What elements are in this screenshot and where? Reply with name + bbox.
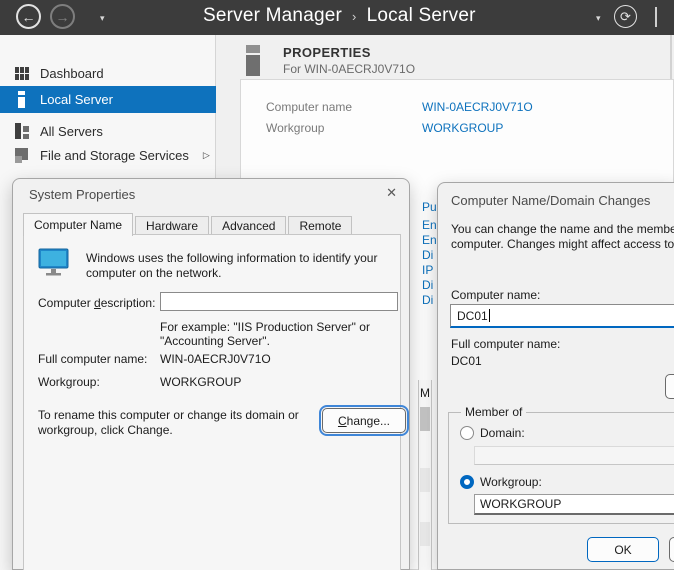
toolbar-dropdown-icon[interactable]: ▾ — [596, 13, 601, 24]
server-manager-window: ← → ▾ Server Manager › Local Server ▾ ⟳ … — [0, 0, 674, 570]
sidebar-item-local-server[interactable]: Local Server — [0, 86, 216, 113]
domain-radio[interactable] — [460, 426, 474, 440]
all-servers-icon — [14, 123, 30, 139]
member-of-group: Member of Domain: Workgroup: WORKGROUP — [448, 412, 674, 524]
dashboard-icon — [14, 65, 30, 81]
back-icon[interactable]: ← — [16, 4, 41, 29]
name-changes-dialog: Computer Name/Domain Changes You can cha… — [437, 182, 674, 570]
sidebar-item-all-servers[interactable]: All Servers — [0, 118, 216, 144]
button-label: hange... — [347, 414, 390, 428]
dialog-title: Computer Name/Domain Changes — [451, 193, 650, 208]
sidebar-item-label: Local Server — [40, 92, 113, 107]
tab-computer-name[interactable]: Computer Name — [23, 213, 133, 236]
tab-label: Remote — [299, 219, 341, 233]
sidebar-item-label: All Servers — [40, 124, 103, 139]
refresh-icon[interactable]: ⟳ — [614, 5, 637, 28]
member-of-label: Member of — [461, 405, 526, 419]
description-example-text: For example: "IIS Production Server" or … — [160, 320, 408, 348]
monitor-icon — [38, 248, 70, 282]
ok-button[interactable]: OK — [587, 537, 659, 562]
scrollbar-track-segment — [420, 522, 430, 546]
workgroup-input[interactable]: WORKGROUP — [474, 494, 674, 515]
tab-label: Hardware — [146, 219, 198, 233]
more-button-partial[interactable] — [665, 374, 674, 399]
workgroup-value: WORKGROUP — [160, 375, 241, 389]
tab-label: Advanced — [222, 219, 275, 233]
input-value: WORKGROUP — [480, 497, 561, 511]
property-value-link[interactable]: WORKGROUP — [422, 121, 503, 135]
tab-label: Computer Name — [34, 218, 122, 232]
tab-strip: Computer Name Hardware Advanced Remote — [23, 212, 354, 235]
full-computer-name-value: WIN-0AECRJ0V71O — [160, 352, 271, 366]
section-subtitle: For WIN-0AECRJ0V71O — [283, 62, 415, 76]
sidebar-item-file-storage-services[interactable]: File and Storage Services ▷ — [0, 142, 216, 168]
system-properties-dialog: System Properties ✕ Computer Name Hardwa… — [12, 178, 410, 570]
properties-server-icon — [246, 45, 260, 76]
input-value: DC01 — [457, 309, 488, 323]
tab-hardware[interactable]: Hardware — [135, 216, 209, 235]
dialog-body-line1: You can change the name and the membersh… — [451, 222, 674, 236]
refresh-glyph: ⟳ — [620, 9, 631, 25]
tab-remote[interactable]: Remote — [288, 216, 352, 235]
rename-instruction-text: To rename this computer or change its do… — [38, 408, 308, 438]
section-title: PROPERTIES — [283, 45, 371, 60]
sidebar-item-dashboard[interactable]: Dashboard — [0, 60, 216, 86]
scrollbar[interactable] — [418, 380, 432, 570]
dialog-body-line2: computer. Changes might affect access to… — [451, 237, 674, 251]
button-mnemonic: C — [338, 414, 347, 428]
workgroup-radio[interactable] — [460, 475, 474, 489]
cancel-button-partial[interactable] — [669, 537, 674, 562]
back-arrow-glyph: ← — [22, 9, 36, 25]
toolbar-separator — [655, 7, 657, 27]
change-button[interactable]: Change... — [322, 408, 406, 433]
breadcrumb-app-title[interactable]: Server Manager — [203, 5, 342, 27]
scrollbar-track-segment — [420, 468, 430, 492]
scrollbar-thumb[interactable] — [420, 407, 430, 431]
full-computer-name-value: DC01 — [451, 354, 482, 368]
breadcrumb-page-title: Local Server — [367, 5, 476, 27]
property-value-link[interactable]: WIN-0AECRJ0V71O — [422, 100, 533, 114]
clipped-value-fragment: En — [422, 218, 437, 232]
workgroup-radio-label[interactable]: Workgroup: — [480, 475, 542, 489]
clipped-text-fragment: M — [420, 386, 430, 400]
forward-arrow-glyph: → — [56, 9, 70, 25]
button-label: OK — [614, 543, 631, 557]
breadcrumb-separator-icon: › — [352, 9, 357, 24]
full-computer-name-label: Full computer name: — [451, 337, 560, 351]
domain-input[interactable] — [474, 446, 674, 465]
clipped-value-fragment: Di — [422, 278, 433, 292]
label-mnemonic: d — [94, 296, 101, 310]
tab-advanced[interactable]: Advanced — [211, 216, 286, 235]
dialog-title: System Properties — [29, 187, 135, 202]
property-label: Computer name — [266, 100, 352, 114]
property-label: Workgroup — [266, 121, 324, 135]
clipped-value-fragment: En — [422, 233, 437, 247]
label-part: escription: — [101, 296, 156, 310]
workgroup-label: Workgroup: — [38, 375, 100, 389]
computer-description-label: Computer description: — [38, 296, 155, 310]
computer-name-label: Computer name: — [451, 288, 540, 302]
computer-name-tab-page: Windows uses the following information t… — [23, 234, 401, 570]
clipped-value-fragment: Di — [422, 293, 433, 307]
domain-radio-label[interactable]: Domain: — [480, 426, 525, 440]
header-bar: ← → ▾ Server Manager › Local Server ▾ ⟳ — [0, 0, 674, 35]
full-computer-name-label: Full computer name: — [38, 352, 147, 366]
forward-icon[interactable]: → — [50, 4, 75, 29]
nav-dropdown-icon[interactable]: ▾ — [100, 13, 105, 24]
breadcrumb: Server Manager › Local Server — [203, 5, 476, 27]
clipped-value-fragment: IP — [422, 263, 433, 277]
label-part: Computer — [38, 296, 94, 310]
sidebar-item-label: File and Storage Services — [40, 148, 189, 163]
sidebar-item-label: Dashboard — [40, 66, 104, 81]
file-storage-icon — [14, 147, 30, 163]
computer-name-input[interactable]: DC01 — [450, 304, 674, 328]
identify-info-text: Windows uses the following information t… — [86, 251, 394, 281]
close-icon[interactable]: ✕ — [386, 185, 397, 201]
local-server-icon — [14, 92, 30, 108]
clipped-value-fragment: Di — [422, 248, 433, 262]
expand-arrow-icon[interactable]: ▷ — [203, 150, 210, 161]
text-caret — [489, 309, 490, 322]
clipped-value-fragment: Pu — [422, 200, 437, 214]
computer-description-input[interactable] — [160, 292, 398, 311]
